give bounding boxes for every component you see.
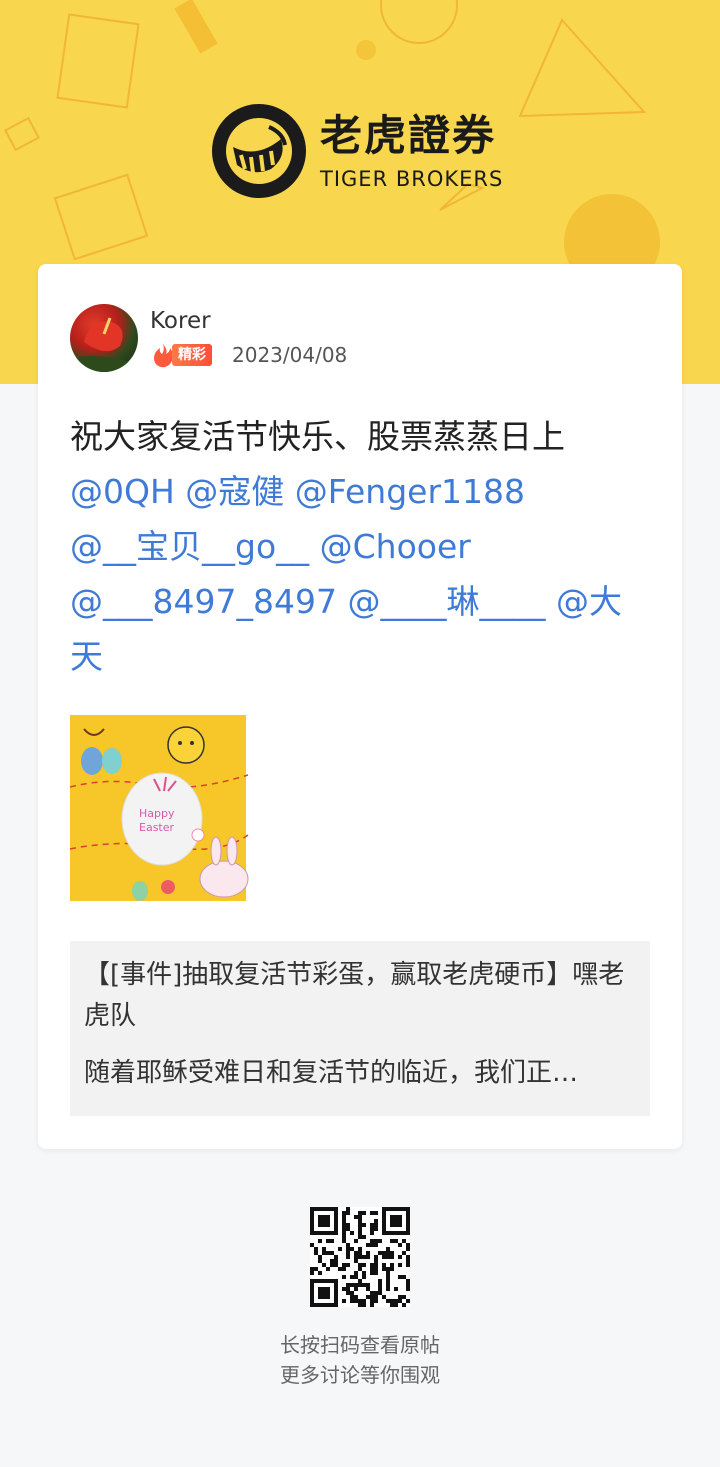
tiger-logo-icon <box>212 104 306 198</box>
svg-text:Easter: Easter <box>139 821 175 834</box>
mention-link[interactable]: @____琳____ <box>347 582 545 621</box>
linked-post-title: 【[事件]抽取复活节彩蛋，赢取老虎硬币】嘿老虎队 <box>84 960 625 1031</box>
avatar[interactable] <box>70 304 138 372</box>
brand-name-cn: 老虎證券 <box>320 111 497 160</box>
qr-code[interactable] <box>310 1207 410 1307</box>
post-text: 祝大家复活节快乐、股票蒸蒸日上 <box>70 417 565 456</box>
decor-shape <box>56 13 140 109</box>
decor-shape <box>53 173 149 261</box>
brand-logo: 老虎證券 TIGER BROKERS <box>212 104 503 198</box>
decor-shape <box>4 116 40 152</box>
mention-link[interactable]: @__宝贝__go__ <box>70 527 309 566</box>
decor-shape <box>356 40 376 60</box>
linked-post[interactable]: 【[事件]抽取复活节彩蛋，赢取老虎硬币】嘿老虎队 随着耶稣受难日和复活节的临近，… <box>70 941 650 1116</box>
mention-link[interactable]: @寇健 <box>185 472 284 511</box>
post-image[interactable]: Happy Easter <box>70 715 250 907</box>
linked-post-excerpt: 随着耶稣受难日和复活节的临近，我们正… <box>84 1058 579 1088</box>
featured-badge: 精彩 <box>150 342 220 368</box>
mention-link[interactable]: @___8497_8497 <box>70 582 337 621</box>
qr-hint-line2: 更多讨论等你围观 <box>280 1363 440 1387</box>
author-name[interactable]: Korer <box>150 308 211 334</box>
svg-text:Happy: Happy <box>139 807 175 820</box>
post-content: 祝大家复活节快乐、股票蒸蒸日上 @0QH @寇健 @Fenger1188 @__… <box>70 409 650 684</box>
featured-badge-label: 精彩 <box>172 344 212 366</box>
decor-triangle <box>518 18 647 118</box>
decor-shape <box>174 0 218 54</box>
brand-name-en: TIGER BROKERS <box>320 167 504 191</box>
decor-shape <box>380 0 458 44</box>
mention-link[interactable]: @0QH <box>70 472 175 511</box>
post-card[interactable]: Korer 精彩 2023/04/08 祝大家复活节快乐、股票蒸蒸日上 @0QH… <box>38 264 682 1149</box>
mention-link[interactable]: @Fenger1188 <box>295 472 525 511</box>
qr-hint-line1: 长按扫码查看原帖 <box>280 1333 440 1357</box>
mention-link[interactable]: @Chooer <box>320 527 471 566</box>
post-date: 2023/04/08 <box>232 343 348 367</box>
